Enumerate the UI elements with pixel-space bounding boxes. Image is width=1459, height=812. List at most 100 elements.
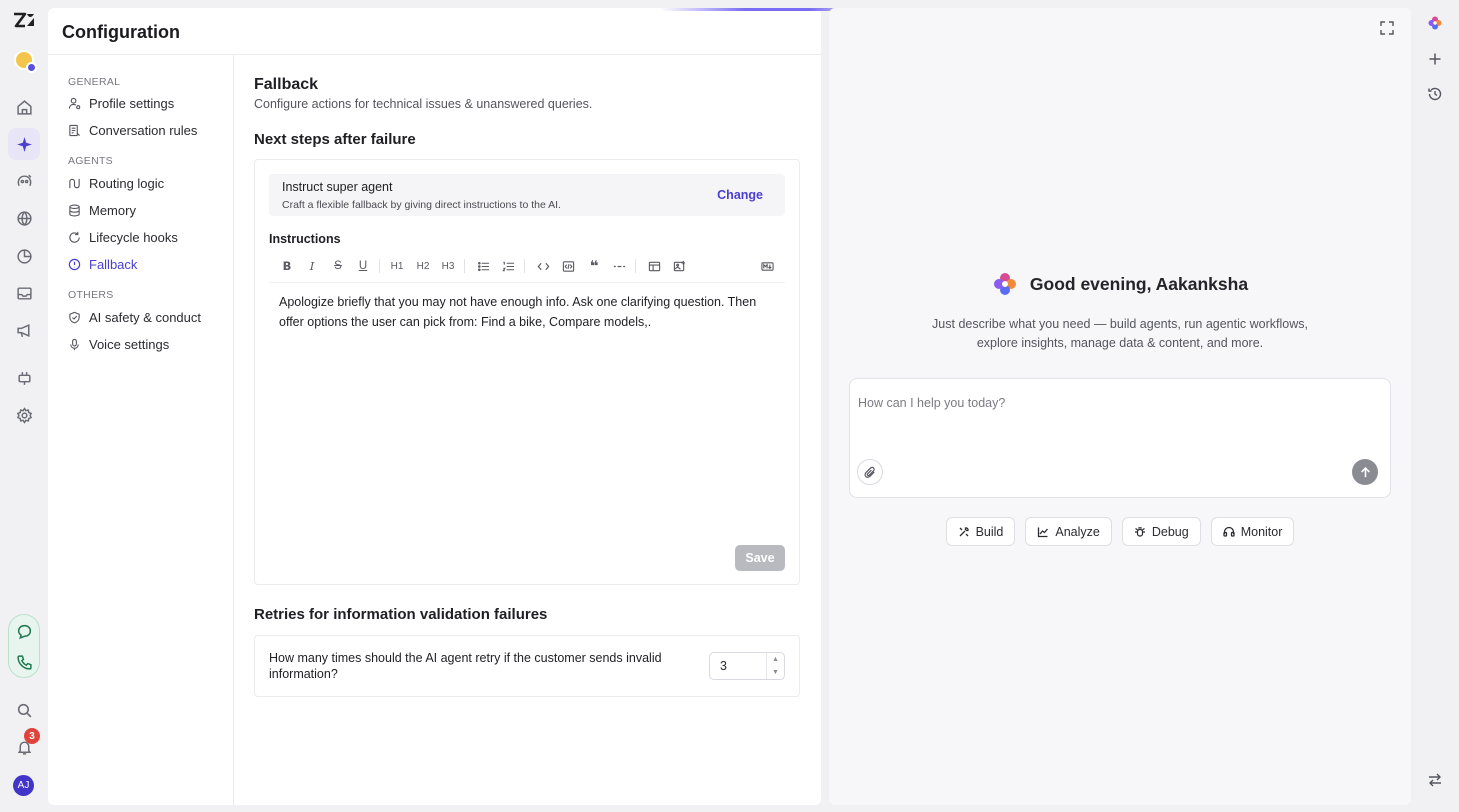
save-button[interactable]: Save: [735, 545, 785, 571]
megaphone-icon[interactable]: [8, 314, 40, 346]
prompt-input[interactable]: [858, 396, 1358, 410]
nav-group-agents: AGENTS: [68, 155, 113, 167]
table-icon[interactable]: [644, 256, 664, 276]
retries-heading: Retries for information validation failu…: [254, 606, 548, 623]
nav-item-label: Conversation rules: [89, 122, 198, 138]
bold-icon[interactable]: B: [277, 256, 297, 276]
code-block-icon[interactable]: [558, 256, 578, 276]
voice-chat-pill: [8, 614, 40, 678]
underline-icon[interactable]: U: [353, 256, 373, 276]
toolbar-divider: [464, 259, 465, 273]
left-rail: 3 AJ: [0, 0, 48, 812]
new-chat-plus-icon[interactable]: [1426, 50, 1444, 68]
greeting-row: Good evening, Aakanksha: [829, 271, 1411, 297]
markdown-icon[interactable]: [757, 256, 777, 276]
change-button[interactable]: Change: [717, 188, 763, 202]
nav-item-routing-logic[interactable]: Routing logic: [68, 173, 164, 193]
blockquote-icon[interactable]: ❝: [584, 256, 604, 276]
prompt-box: [849, 378, 1391, 498]
globe-icon[interactable]: [8, 202, 40, 234]
instructions-editor[interactable]: Apologize briefly that you may not have …: [279, 292, 775, 332]
notification-count-badge: 3: [24, 728, 40, 744]
image-icon[interactable]: [669, 256, 689, 276]
heading2-icon[interactable]: H2: [413, 256, 433, 276]
nav-item-conversation-rules[interactable]: Conversation rules: [68, 120, 197, 140]
next-steps-heading: Next steps after failure: [254, 131, 416, 148]
tools-icon: [959, 526, 969, 536]
database-icon: [69, 204, 80, 216]
assistant-logo-icon: [993, 273, 1016, 295]
attach-button[interactable]: [857, 459, 883, 485]
assistant-app-icon[interactable]: [1426, 14, 1444, 32]
editor-toolbar: B I S U H1 H2 H3 ❝: [269, 254, 785, 278]
horizontal-rule-icon[interactable]: [609, 256, 629, 276]
page-title: Configuration: [62, 22, 180, 42]
analyze-chip[interactable]: Analyze: [1025, 517, 1112, 546]
monitor-chip[interactable]: Monitor: [1210, 517, 1295, 546]
debug-chip[interactable]: Debug: [1121, 517, 1201, 546]
ai-agents-sparkle-icon[interactable]: [8, 128, 40, 160]
nav-item-memory[interactable]: Memory: [68, 200, 136, 220]
retry-question: How many times should the AI agent retry…: [269, 651, 662, 681]
inline-code-icon[interactable]: [533, 256, 553, 276]
heading1-icon[interactable]: H1: [387, 256, 407, 276]
nav-item-label: Memory: [89, 202, 136, 218]
microphone-icon: [70, 338, 79, 350]
paperclip-icon: [863, 466, 875, 478]
arrow-up-icon: [1360, 466, 1370, 477]
increment-icon[interactable]: ▲: [772, 656, 779, 663]
quick-actions: Build Analyze Debug Monitor: [829, 517, 1411, 546]
next-steps-card: Instruct super agent Craft a flexible fa…: [254, 159, 800, 585]
instructions-label: Instructions: [269, 232, 341, 246]
home-icon[interactable]: [8, 91, 40, 123]
nav-item-profile-settings[interactable]: Profile settings: [68, 93, 174, 113]
info-circle-icon: [68, 258, 81, 270]
fallback-option-description: Craft a flexible fallback by giving dire…: [282, 199, 561, 211]
workspace-avatar[interactable]: [14, 50, 37, 73]
strikethrough-icon[interactable]: S: [328, 256, 348, 276]
bot-analytics-icon[interactable]: [8, 165, 40, 197]
bullet-list-icon[interactable]: [473, 256, 493, 276]
chat-bubble-icon[interactable]: [8, 615, 40, 647]
nav-item-fallback[interactable]: Fallback: [68, 254, 137, 274]
rules-doc-icon: [69, 124, 81, 136]
retry-count-stepper[interactable]: 3 ▲ ▼: [709, 652, 785, 680]
nav-item-label: Lifecycle hooks: [89, 229, 178, 245]
nav-item-label: Routing logic: [89, 175, 165, 191]
greeting-title: Good evening, Aakanksha: [1029, 273, 1249, 294]
toolbar-divider: [524, 259, 525, 273]
decrement-icon[interactable]: ▼: [772, 669, 779, 676]
config-subnav: GENERAL Profile settings Conversation ru…: [48, 55, 234, 805]
assistant-panel: Good evening, Aakanksha Just describe wh…: [829, 8, 1411, 805]
user-avatar[interactable]: AJ: [13, 775, 34, 796]
build-chip[interactable]: Build: [945, 517, 1016, 546]
pie-chart-icon[interactable]: [8, 240, 40, 272]
analyze-chip-label: Analyze: [1055, 524, 1100, 539]
debug-chip-label: Debug: [1151, 524, 1189, 539]
routing-icon: [69, 178, 80, 188]
swap-arrows-icon[interactable]: [1426, 771, 1444, 789]
history-icon[interactable]: [1426, 85, 1444, 103]
heading3-icon[interactable]: H3: [438, 256, 458, 276]
inbox-icon[interactable]: [8, 277, 40, 309]
expand-icon[interactable]: [1379, 20, 1395, 36]
settings-gear-icon[interactable]: [8, 399, 40, 431]
workspace-status-dot: [26, 62, 37, 73]
retry-count-value[interactable]: 3: [720, 659, 727, 673]
zendesk-logo-icon[interactable]: [12, 11, 36, 33]
phone-icon[interactable]: [8, 646, 40, 678]
nav-item-label: Fallback: [89, 256, 138, 272]
nav-group-others: OTHERS: [68, 289, 114, 301]
nav-item-lifecycle-hooks[interactable]: Lifecycle hooks: [68, 227, 178, 247]
user-gear-icon: [68, 97, 81, 109]
italic-icon[interactable]: I: [302, 256, 322, 276]
search-icon[interactable]: [8, 694, 40, 726]
nav-item-ai-safety[interactable]: AI safety & conduct: [68, 307, 201, 327]
numbered-list-icon[interactable]: [498, 256, 518, 276]
plug-icon[interactable]: [8, 362, 40, 394]
toolbar-divider-line: [269, 282, 785, 283]
monitor-chip-label: Monitor: [1240, 524, 1283, 539]
send-button[interactable]: [1352, 459, 1378, 485]
refresh-icon: [69, 231, 80, 243]
nav-item-voice-settings[interactable]: Voice settings: [68, 334, 169, 354]
